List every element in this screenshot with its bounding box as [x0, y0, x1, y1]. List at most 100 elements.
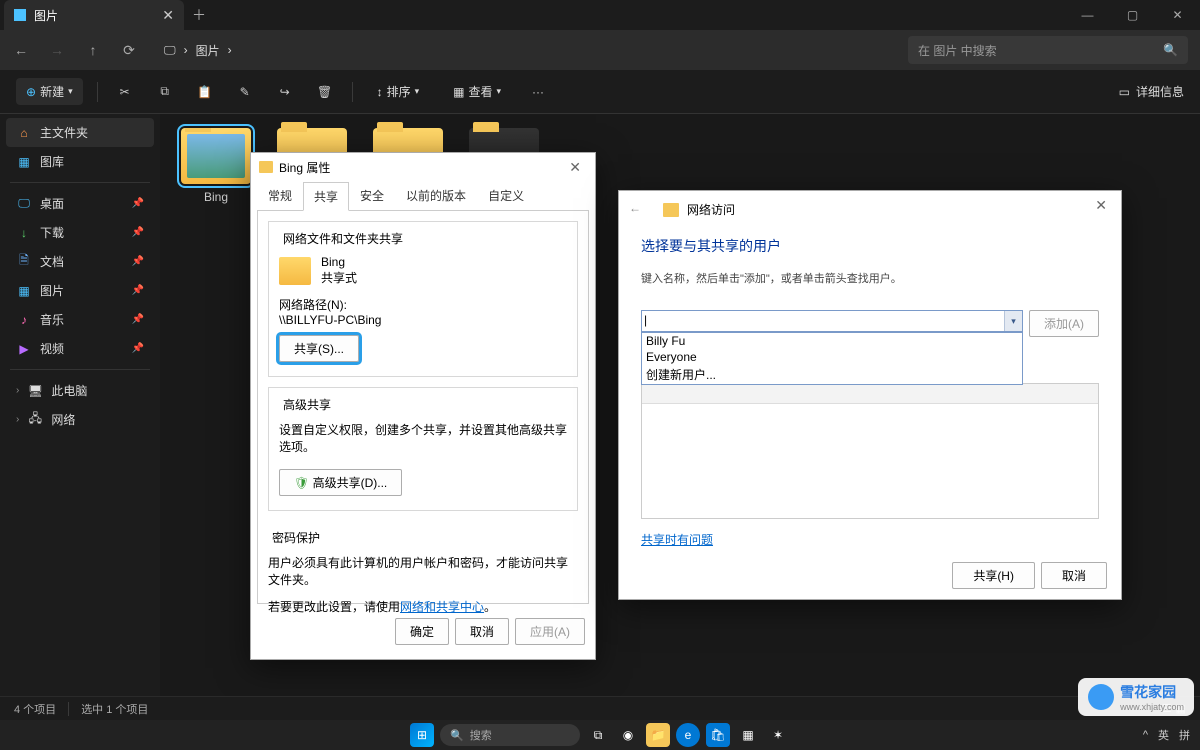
folder-icon [259, 161, 273, 173]
tray-chevron-icon[interactable]: ^ [1143, 729, 1148, 741]
tab-pictures[interactable]: 图片 ✕ [4, 0, 184, 30]
titlebar: 图片 ✕ ＋ — ▢ ✕ [0, 0, 1200, 30]
sidebar-item-desktop[interactable]: 🖵桌面📌 [6, 189, 154, 218]
explorer-icon[interactable]: 📁 [646, 723, 670, 747]
navbar: ← → ↑ ⟳ 🖵 › 图片 › 在 图片 中搜索 🔍 [0, 30, 1200, 70]
app-icon[interactable]: ▦ [736, 723, 760, 747]
tab-custom[interactable]: 自定义 [477, 181, 535, 210]
dialog-title: 网络访问 [687, 201, 735, 218]
view-button[interactable]: ▦ 查看 ▾ [443, 78, 511, 105]
watermark: 雪花家园 www.xhjaty.com [1078, 678, 1194, 716]
folder-bing[interactable]: Bing [178, 128, 254, 204]
user-dropdown: Billy Fu Everyone 创建新用户... [641, 332, 1023, 385]
share-confirm-button[interactable]: 共享(H) [952, 562, 1035, 589]
sidebar-item-videos[interactable]: ▶视频📌 [6, 334, 154, 363]
search-icon: 🔍 [1163, 43, 1178, 57]
paste-icon[interactable]: 📋 [192, 79, 218, 105]
pwd-desc1: 用户必须具有此计算机的用户帐户和密码，才能访问共享文件夹。 [268, 554, 568, 588]
list-header [642, 384, 1098, 404]
back-button[interactable]: ← [12, 42, 30, 58]
chevron-down-icon[interactable]: ▾ [1004, 311, 1022, 331]
more-icon[interactable]: ··· [525, 79, 551, 105]
new-tab-button[interactable]: ＋ [184, 5, 214, 25]
cancel-button[interactable]: 取消 [455, 618, 509, 645]
sidebar-item-documents[interactable]: 🗎文档📌 [6, 247, 154, 276]
close-button[interactable]: ✕ [1155, 0, 1200, 30]
apply-button[interactable]: 应用(A) [515, 618, 585, 645]
advanced-share-section: 高级共享 设置自定义权限，创建多个共享，并设置其他高级共享选项。 🛡 高级共享(… [268, 387, 578, 511]
advanced-desc: 设置自定义权限，创建多个共享，并设置其他高级共享选项。 [279, 421, 567, 455]
search-placeholder: 在 图片 中搜索 [918, 42, 997, 59]
dropdown-option[interactable]: 创建新用户... [642, 365, 1022, 384]
folder-label: Bing [178, 190, 254, 204]
dropdown-option[interactable]: Billy Fu [642, 333, 1022, 349]
task-view-icon[interactable]: ⧉ [586, 723, 610, 747]
address-bar[interactable]: 🖵 › 图片 › [164, 42, 232, 59]
forward-button[interactable]: → [48, 42, 66, 58]
details-button[interactable]: ▭ 详细信息 [1119, 83, 1184, 100]
start-button[interactable]: ⊞ [410, 723, 434, 747]
sort-button[interactable]: ↕ 排序 ▾ [367, 78, 430, 105]
sidebar: ⌂主文件夹 ▦图库 🖵桌面📌 ↓下载📌 🗎文档📌 ▦图片📌 ♪音乐📌 ▶视频📌 … [0, 114, 160, 702]
share-status: 共享式 [321, 269, 357, 286]
pictures-icon [14, 9, 26, 21]
network-folder-icon [663, 203, 679, 217]
edge-icon[interactable]: e [676, 723, 700, 747]
network-center-link[interactable]: 网络和共享中心 [400, 600, 484, 614]
tab-security[interactable]: 安全 [349, 181, 395, 210]
app-icon[interactable]: ✶ [766, 723, 790, 747]
add-button[interactable]: 添加(A) [1029, 310, 1099, 337]
back-icon[interactable]: ← [629, 201, 641, 215]
trouble-link[interactable]: 共享时有问题 [641, 533, 713, 547]
selected-count: 选中 1 个项目 [81, 701, 148, 717]
sidebar-item-pictures[interactable]: ▦图片📌 [6, 276, 154, 305]
folder-icon [279, 257, 311, 285]
ime-lang[interactable]: 英 [1158, 727, 1169, 743]
ok-button[interactable]: 确定 [395, 618, 449, 645]
path-label: 网络路径(N): [279, 296, 567, 313]
ime-mode[interactable]: 拼 [1179, 727, 1190, 743]
refresh-button[interactable]: ⟳ [120, 42, 138, 59]
up-button[interactable]: ↑ [84, 42, 102, 58]
breadcrumb[interactable]: 图片 [196, 42, 220, 59]
delete-icon[interactable]: 🗑 [312, 79, 338, 105]
search-input[interactable]: 在 图片 中搜索 🔍 [908, 36, 1188, 64]
advanced-share-button[interactable]: 🛡 高级共享(D)... [279, 469, 402, 496]
tab-share[interactable]: 共享 [303, 182, 349, 211]
dialog-heading: 选择要与其共享的用户 [641, 236, 1099, 256]
properties-dialog: Bing 属性 ✕ 常规 共享 安全 以前的版本 自定义 网络文件和文件夹共享 … [250, 152, 596, 660]
toolbar: ⊕新建▾ ✂ ⧉ 📋 ✎ ↪ 🗑 ↕ 排序 ▾ ▦ 查看 ▾ ··· ▭ 详细信… [0, 70, 1200, 114]
share-users-list[interactable] [641, 383, 1099, 519]
tab-previous[interactable]: 以前的版本 [395, 181, 477, 210]
cut-icon[interactable]: ✂ [112, 79, 138, 105]
dialog-titlebar[interactable]: Bing 属性 ✕ [251, 153, 595, 181]
widgets-icon[interactable]: ◉ [616, 723, 640, 747]
sidebar-item-downloads[interactable]: ↓下载📌 [6, 218, 154, 247]
sidebar-item-music[interactable]: ♪音乐📌 [6, 305, 154, 334]
sidebar-item-home[interactable]: ⌂主文件夹 [6, 118, 154, 147]
maximize-button[interactable]: ▢ [1110, 0, 1155, 30]
network-access-dialog: ← ✕ 网络访问 选择要与其共享的用户 键入名称，然后单击"添加"，或者单击箭头… [618, 190, 1122, 600]
share-icon[interactable]: ↪ [272, 79, 298, 105]
sidebar-item-gallery[interactable]: ▦图库 [6, 147, 154, 176]
tab-general[interactable]: 常规 [257, 181, 303, 210]
close-icon[interactable]: ✕ [563, 159, 587, 176]
dialog-title: Bing 属性 [279, 159, 330, 176]
monitor-icon: 🖵 [164, 43, 176, 58]
close-icon[interactable]: ✕ [1089, 197, 1113, 214]
minimize-button[interactable]: — [1065, 0, 1110, 30]
copy-icon[interactable]: ⧉ [152, 79, 178, 105]
sidebar-item-thispc[interactable]: ›🖥此电脑 [6, 376, 154, 405]
share-button[interactable]: 共享(S)... [279, 335, 359, 362]
new-button[interactable]: ⊕新建▾ [16, 78, 83, 105]
cancel-button[interactable]: 取消 [1041, 562, 1107, 589]
dropdown-option[interactable]: Everyone [642, 349, 1022, 365]
store-icon[interactable]: 🛍 [706, 723, 730, 747]
rename-icon[interactable]: ✎ [232, 79, 258, 105]
tab-close-icon[interactable]: ✕ [162, 7, 174, 24]
taskbar-search[interactable]: 🔍 搜索 [440, 724, 580, 746]
sidebar-item-network[interactable]: ›🖧网络 [6, 405, 154, 434]
user-combobox[interactable]: | ▾ Billy Fu Everyone 创建新用户... [641, 310, 1023, 332]
snowflake-icon [1088, 684, 1114, 710]
item-count: 4 个项目 [14, 701, 56, 717]
